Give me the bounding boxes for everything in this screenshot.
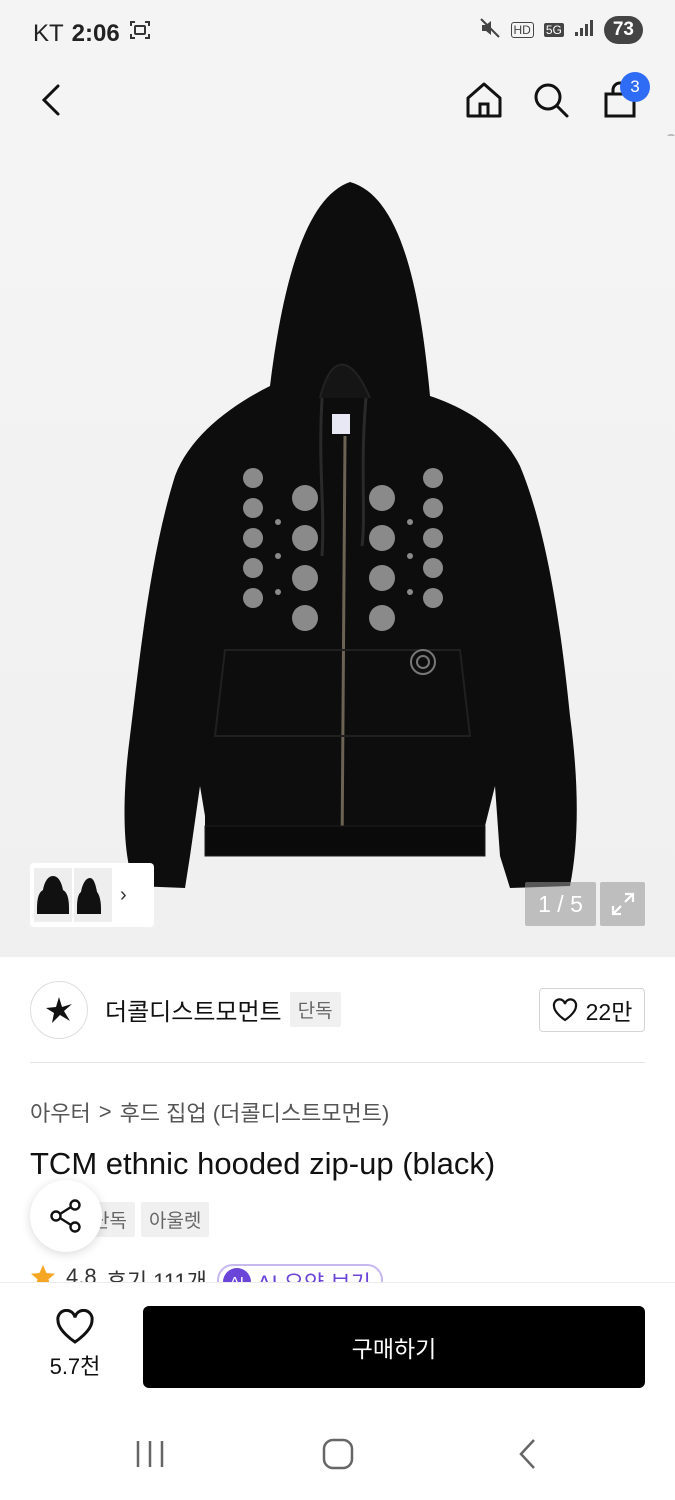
search-button[interactable] xyxy=(527,76,575,124)
thumbnail-strip[interactable]: › xyxy=(30,863,154,927)
clock: 2:06 xyxy=(71,19,120,47)
home-system-button[interactable] xyxy=(313,1434,363,1474)
brand-like-button[interactable]: 22만 xyxy=(539,988,645,1032)
system-back-button[interactable] xyxy=(503,1434,553,1474)
product-image-gallery[interactable]: › 1 / 5 xyxy=(0,136,675,957)
product-tags: 단독 아울렛 xyxy=(84,1202,210,1237)
brand-like-count: 22만 xyxy=(585,999,633,1025)
share-button[interactable] xyxy=(30,1180,102,1252)
brand-logo[interactable] xyxy=(30,980,88,1039)
wishlist-button[interactable]: 5.7천 xyxy=(40,1309,110,1381)
status-bar: KT 2:06 HD 5G 73 xyxy=(0,0,675,64)
home-button[interactable] xyxy=(460,76,508,124)
bottom-action-bar: 5.7천 구매하기 xyxy=(0,1282,675,1406)
thumbnail-next-icon[interactable]: › xyxy=(120,884,127,907)
home-square-icon xyxy=(322,1438,354,1470)
brand-star-logo-icon xyxy=(46,996,72,1023)
carrier-label: KT xyxy=(33,19,64,47)
breadcrumb-item[interactable]: 아우터 xyxy=(30,1096,91,1128)
brand-row: 더콜디스트모먼트 단독 22만 xyxy=(30,957,645,1063)
expand-icon xyxy=(611,892,634,916)
search-icon xyxy=(534,83,569,118)
hd-icon: HD xyxy=(510,22,534,38)
signal-icon xyxy=(574,19,594,42)
heart-icon xyxy=(552,998,577,1022)
wishlist-count: 5.7천 xyxy=(49,1354,101,1379)
exclusive-tag: 단독 xyxy=(289,992,341,1027)
back-button[interactable] xyxy=(28,76,76,124)
expand-image-button[interactable] xyxy=(600,882,645,926)
rating-value: 4.8 xyxy=(66,1264,97,1284)
heart-icon xyxy=(56,1309,94,1344)
top-nav: 3 xyxy=(0,64,675,198)
star-icon xyxy=(31,1265,55,1284)
product-photo-hoodie xyxy=(124,182,577,888)
buy-button[interactable]: 구매하기 xyxy=(143,1306,645,1388)
network-5g-icon: 5G xyxy=(543,23,564,37)
recent-apps-icon xyxy=(136,1441,164,1467)
product-tag: 아울렛 xyxy=(140,1202,210,1237)
cart-count-badge: 3 xyxy=(620,72,650,102)
status-right: HD 5G 73 xyxy=(479,16,643,44)
breadcrumb-separator-icon: > xyxy=(98,1099,112,1124)
image-counter: 1 / 5 xyxy=(525,882,596,926)
breadcrumb-item[interactable]: 후드 집업 (더콜디스트모먼트) xyxy=(120,1096,390,1128)
chevron-left-icon xyxy=(41,84,60,116)
status-left: KT 2:06 xyxy=(33,18,152,49)
breadcrumb: 아우터 > 후드 집업 (더콜디스트모먼트) xyxy=(30,1096,389,1128)
mute-icon xyxy=(479,17,501,44)
home-icon xyxy=(466,82,502,118)
ai-summary-button[interactable]: AI AI 요약 보기 xyxy=(216,1264,383,1284)
system-navigation-bar xyxy=(0,1406,675,1500)
recent-apps-button[interactable] xyxy=(125,1434,175,1474)
product-title: TCM ethnic hooded zip-up (black) xyxy=(30,1146,496,1181)
brand-name[interactable]: 더콜디스트모먼트 xyxy=(105,992,282,1027)
thumbnail-image[interactable] xyxy=(74,868,112,922)
review-count[interactable]: 후기 111개 xyxy=(107,1264,207,1284)
cart-button[interactable]: 3 xyxy=(596,72,650,124)
screen-capture-icon xyxy=(128,18,152,49)
thumbnail-image[interactable] xyxy=(34,868,72,922)
rating-row[interactable]: 4.8 후기 111개 AI AI 요약 보기 xyxy=(30,1264,383,1284)
battery-indicator: 73 xyxy=(603,16,643,44)
share-icon xyxy=(50,1199,81,1233)
chevron-left-icon xyxy=(519,1439,535,1469)
